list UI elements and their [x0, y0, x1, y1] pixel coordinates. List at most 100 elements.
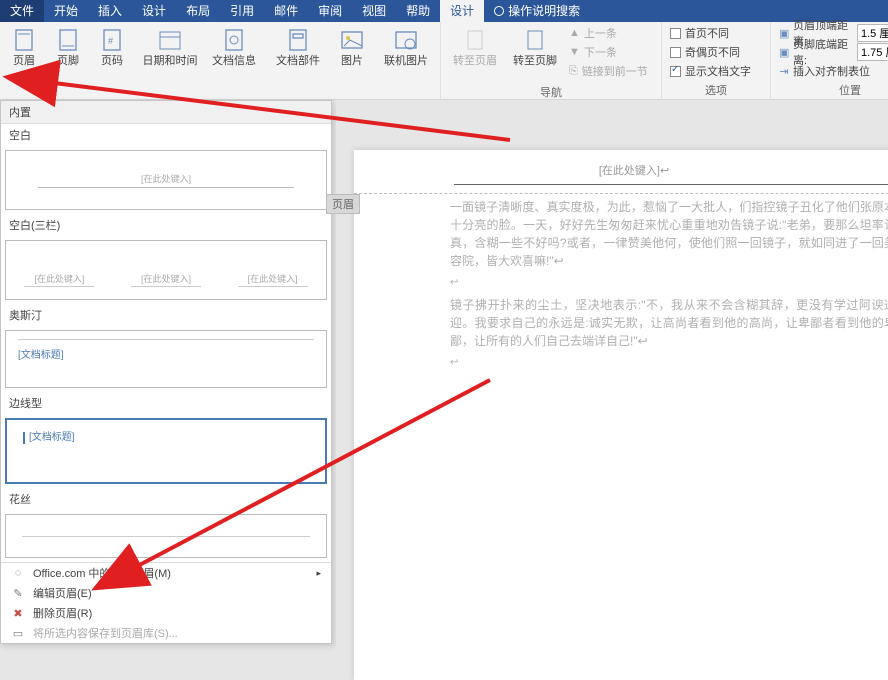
dp-blank3-col1: [在此处键入] — [24, 272, 94, 287]
opt-show-text-label: 显示文档文字 — [685, 63, 751, 79]
document-area: [在此处键入]↩ 页眉 一面镜子清晰度、真实度极，为此，惹恼了一大批人，们指控镜… — [336, 100, 888, 678]
dp-blank3-title: 空白(三栏) — [1, 214, 331, 236]
opt-show-doc-text[interactable]: 显示文档文字 — [666, 62, 766, 80]
document-body: 一面镜子清晰度、真实度极，为此，惹恼了一大批人，们指控镜子丑化了他们张原本十分亮… — [354, 194, 888, 372]
dp-save-gallery: ▭ 将所选内容保存到页眉库(S)... — [1, 623, 331, 643]
edit-icon: ✎ — [11, 587, 25, 600]
header-placeholder[interactable]: [在此处键入] — [599, 165, 660, 177]
chevron-right-icon: ▸ — [316, 568, 321, 579]
dp-blank3-col3: [在此处键入] — [238, 272, 308, 287]
dp-blank-preview[interactable]: [在此处键入] — [5, 150, 327, 210]
dp-edit-header[interactable]: ✎ 编辑页眉(E) — [1, 583, 331, 603]
pos-insert-align-tab[interactable]: ⇥ 插入对齐制表位 — [775, 62, 888, 80]
group-position-label: 位置 — [775, 82, 888, 100]
nav-link-prev-label: 链接到前一节 — [582, 63, 648, 79]
tab-help[interactable]: 帮助 — [396, 0, 440, 22]
doc-info-label: 文档信息 — [212, 55, 256, 68]
dp-austin-title: 奥斯汀 — [1, 304, 331, 326]
dp-remove-header[interactable]: ✖ 删除页眉(R) — [1, 603, 331, 623]
tab-layout[interactable]: 布局 — [176, 0, 220, 22]
pictures-button[interactable]: 图片 — [332, 24, 372, 82]
doc-info-icon — [222, 28, 246, 52]
dp-lace-title: 花丝 — [1, 488, 331, 510]
tell-me-label: 操作说明搜索 — [508, 0, 580, 22]
doc-parts-icon — [286, 28, 310, 52]
header-top-input[interactable] — [858, 25, 888, 41]
svg-text:#: # — [108, 36, 113, 46]
document-page[interactable]: [在此处键入]↩ 页眉 一面镜子清晰度、真实度极，为此，惹恼了一大批人，们指控镜… — [354, 150, 888, 680]
body-ret-1: ↩ — [450, 274, 888, 292]
globe-icon: ◌ — [11, 567, 25, 579]
group-position: ▣ 页眉顶端距离: ▲▼ ▣ 页脚底端距离: ▲▼ ⇥ 插入对齐制表位 位置 — [771, 22, 888, 100]
dp-builtin-title: 内置 — [1, 101, 331, 124]
header-gallery-dropdown: 内置 空白 [在此处键入] 空白(三栏) [在此处键入] [在此处键入] [在此… — [0, 100, 332, 644]
dp-austin-doc-title: [文档标题] — [18, 346, 314, 361]
online-pictures-icon — [394, 28, 418, 52]
dp-blank3-col2: [在此处键入] — [131, 272, 201, 287]
page-number-button[interactable]: # 页码 — [92, 24, 132, 82]
dp-office-more[interactable]: ◌ Office.com 中的其他页眉(M) ▸ — [1, 563, 331, 583]
page-header-zone[interactable]: [在此处键入]↩ 页眉 — [354, 150, 888, 194]
header-top-spinner[interactable]: ▲▼ — [857, 24, 888, 42]
footer-button[interactable]: 页脚 — [48, 24, 88, 82]
footer-bottom-input[interactable] — [858, 44, 888, 60]
tab-review[interactable]: 审阅 — [308, 0, 352, 22]
goto-footer-button[interactable]: 转至页脚 — [505, 24, 565, 82]
dp-save-gallery-label: 将所选内容保存到页眉库(S)... — [33, 625, 178, 641]
tab-insert[interactable]: 插入 — [88, 0, 132, 22]
pictures-label: 图片 — [341, 55, 363, 68]
dp-lace-preview[interactable] — [5, 514, 327, 558]
tab-references[interactable]: 引用 — [220, 0, 264, 22]
opt-first-page-diff[interactable]: 首页不同 — [666, 24, 766, 42]
opt-odd-even-diff[interactable]: 奇偶页不同 — [666, 43, 766, 61]
dp-blank-placeholder: [在此处键入] — [38, 172, 294, 188]
goto-footer-icon — [523, 28, 547, 52]
opt-odd-even-label: 奇偶页不同 — [685, 44, 740, 60]
doc-parts-label: 文档部件 — [276, 55, 320, 68]
nav-link-prev[interactable]: ⎘ 链接到前一节 — [565, 62, 657, 80]
footer-bottom-icon: ▣ — [779, 46, 789, 59]
dp-blank3-preview[interactable]: [在此处键入] [在此处键入] [在此处键入] — [5, 240, 327, 300]
dp-austin-preview[interactable]: [文档标题] — [5, 330, 327, 388]
doc-info-button[interactable]: 文档信息 — [204, 24, 264, 82]
tab-mailings[interactable]: 邮件 — [264, 0, 308, 22]
online-pictures-label: 联机图片 — [384, 55, 428, 68]
save-icon: ▭ — [11, 627, 25, 640]
dp-blank-title: 空白 — [1, 124, 331, 146]
tab-context-design[interactable]: 设计 — [440, 0, 484, 22]
dp-menu: ◌ Office.com 中的其他页眉(M) ▸ ✎ 编辑页眉(E) ✖ 删除页… — [1, 562, 331, 643]
picture-icon — [340, 28, 364, 52]
bulb-icon — [494, 6, 504, 16]
tab-tell-me[interactable]: 操作说明搜索 — [484, 0, 590, 22]
body-ret-2: ↩ — [450, 354, 888, 372]
group-header-footer: 页眉 页脚 # 页码 — [0, 22, 136, 100]
checkbox-checked-icon — [670, 66, 681, 77]
page-number-label: 页码 — [101, 55, 123, 68]
footer-bottom-spinner[interactable]: ▲▼ — [857, 43, 888, 61]
delete-icon: ✖ — [11, 607, 25, 620]
goto-header-icon — [463, 28, 487, 52]
goto-header-button[interactable]: 转至页眉 — [445, 24, 505, 82]
date-time-button[interactable]: 日期和时间 — [140, 24, 200, 82]
tab-view[interactable]: 视图 — [352, 0, 396, 22]
doc-parts-button[interactable]: 文档部件 — [268, 24, 328, 82]
dp-border-doc-title: [文档标题] — [23, 432, 309, 444]
header-tag: 页眉 — [326, 194, 360, 214]
tab-design[interactable]: 设计 — [132, 0, 176, 22]
nav-prev[interactable]: ▲ 上一条 — [565, 24, 657, 42]
header-button[interactable]: 页眉 — [4, 24, 44, 82]
date-time-label: 日期和时间 — [143, 55, 198, 68]
goto-footer-label: 转至页脚 — [513, 55, 557, 68]
nav-prev-label: 上一条 — [584, 25, 617, 41]
group-insert: 日期和时间 文档信息 文档部件 图片 — [136, 22, 441, 100]
group-navigation: 转至页眉 转至页脚 ▲ 上一条 ▼ 下一条 ⎘ 链接到前一节 导航 — [441, 22, 662, 100]
checkbox-icon — [670, 28, 681, 39]
nav-next[interactable]: ▼ 下一条 — [565, 43, 657, 61]
dp-edit-header-label: 编辑页眉(E) — [33, 585, 92, 601]
online-pictures-button[interactable]: 联机图片 — [376, 24, 436, 82]
tab-file[interactable]: 文件 — [0, 0, 44, 22]
calendar-icon — [158, 28, 182, 52]
nav-next-label: 下一条 — [584, 44, 617, 60]
tab-home[interactable]: 开始 — [44, 0, 88, 22]
dp-border-preview[interactable]: [文档标题] — [5, 418, 327, 484]
